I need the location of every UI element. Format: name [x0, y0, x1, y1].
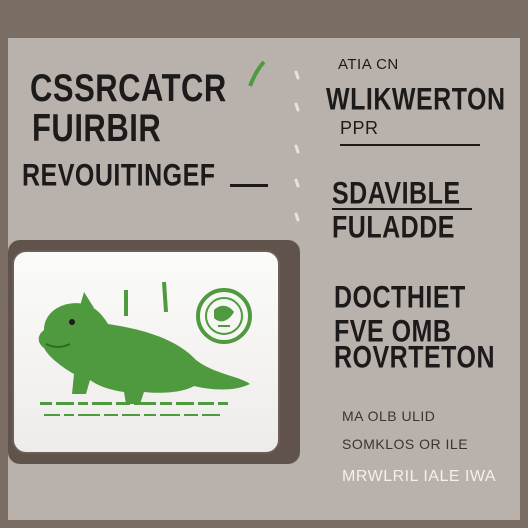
dotted-column-icon [294, 70, 300, 222]
underline-mark [230, 184, 268, 187]
left-line-1: CSSRCATCR [30, 66, 227, 110]
right-small-1: MA OLB ULID [342, 408, 436, 424]
left-line-2: FUIRBIR [32, 106, 162, 150]
right-line-4: FULADDE [332, 210, 455, 245]
poster: CSSRCATCR FUIRBIR REVOUITINGEF ATIA CN W… [8, 38, 520, 520]
right-small-3: MRWLRIL IALE IWA [342, 468, 497, 485]
right-line-7: ROVRTETON [334, 340, 495, 375]
image-frame: CSSRCATCR FUIRBIR REVOUITINGEF ATIA CN W… [0, 0, 528, 528]
green-dinosaur-icon [38, 281, 252, 416]
right-line-3: SDAVIBLE [332, 176, 461, 211]
left-line-3: REVOUITINGEF [22, 158, 216, 193]
right-small-top: ATIA CN [338, 56, 399, 73]
right-line-5: DOCTHIET [334, 280, 466, 315]
leaf-mark-icon [248, 60, 266, 87]
illustration-card [12, 250, 280, 454]
right-underline [340, 144, 480, 146]
right-small-2: SOMKLOS OR ILE [342, 436, 469, 452]
right-line-2: PPR [340, 118, 379, 138]
right-line-1: WLIKWERTON [326, 82, 506, 117]
